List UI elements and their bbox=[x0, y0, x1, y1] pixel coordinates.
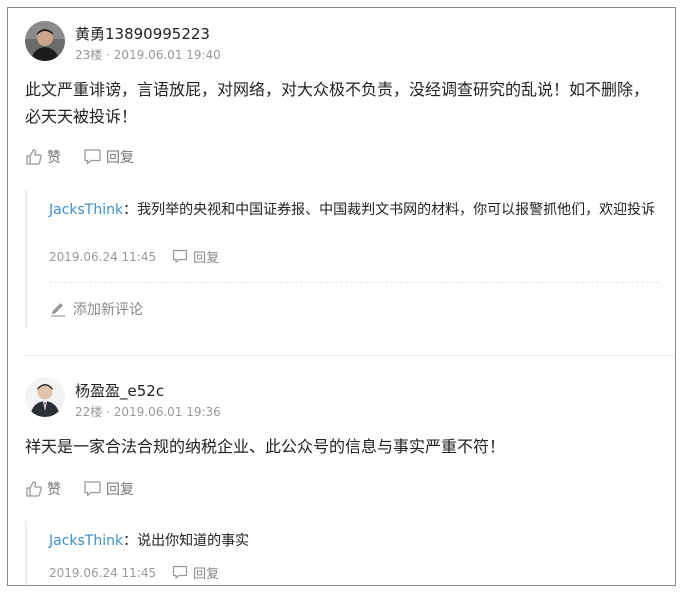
reply-timestamp: 2019.06.24 11:45 bbox=[49, 249, 157, 264]
divider bbox=[25, 355, 675, 356]
reply-content: JacksThink：我列举的央视和中国证券报、中国裁判文书网的材料，你可以报警… bbox=[49, 199, 659, 221]
reply-label: 回复 bbox=[106, 482, 134, 498]
comment-bubble-icon bbox=[173, 565, 188, 579]
like-button[interactable]: 赞 bbox=[25, 479, 61, 499]
reply-label: 回复 bbox=[193, 251, 220, 266]
replies-block: JacksThink：说出你知道的事实 2019.06.24 11:45 回复 bbox=[25, 521, 667, 585]
comment-text: 祥天是一家合法合规的纳税企业、此公众号的信息与事实严重不符！ bbox=[25, 437, 506, 456]
pencil-icon bbox=[51, 303, 65, 317]
like-label: 赞 bbox=[47, 482, 61, 498]
divider bbox=[49, 282, 659, 283]
like-label: 赞 bbox=[47, 150, 61, 166]
avatar[interactable] bbox=[25, 21, 65, 61]
comment-bubble-icon bbox=[173, 249, 188, 263]
replies-block: JacksThink：我列举的央视和中国证券报、中国裁判文书网的材料，你可以报警… bbox=[25, 190, 667, 328]
reply-text: 说出你知道的事实 bbox=[137, 533, 250, 549]
comment-actions: 赞 回复 bbox=[25, 479, 156, 499]
comment-meta: 23楼 · 2019.06.01 19:40 bbox=[75, 48, 221, 62]
reply-label: 回复 bbox=[106, 150, 134, 166]
thumbs-up-icon bbox=[26, 149, 42, 165]
comment-author[interactable]: 杨盈盈_e52c bbox=[75, 380, 164, 401]
reply-content: JacksThink：说出你知道的事实 bbox=[49, 530, 659, 552]
reply-button[interactable]: 回复 bbox=[83, 479, 134, 499]
comments-panel: 黄勇13890995223 23楼 · 2019.06.01 19:40 此文严… bbox=[7, 7, 676, 586]
add-comment-label: 添加新评论 bbox=[73, 302, 143, 318]
comment-actions: 赞 回复 bbox=[25, 147, 156, 167]
reply-text: 我列举的央视和中国证券报、中国裁判文书网的材料，你可以报警抓他们，欢迎投诉 bbox=[137, 202, 656, 218]
comment-bubble-icon bbox=[84, 481, 101, 497]
reply-colon: ： bbox=[123, 202, 138, 218]
add-comment-button[interactable]: 添加新评论 bbox=[49, 299, 143, 319]
reply-meta: 2019.06.24 11:45 回复 bbox=[49, 247, 219, 267]
thumbs-up-icon bbox=[26, 481, 42, 497]
reply-meta: 2019.06.24 11:45 回复 bbox=[49, 563, 219, 583]
reply-reply-button[interactable]: 回复 bbox=[172, 247, 219, 266]
reply-reply-button[interactable]: 回复 bbox=[172, 563, 219, 582]
reply-button[interactable]: 回复 bbox=[83, 147, 134, 167]
avatar[interactable] bbox=[25, 377, 65, 417]
reply-colon: ： bbox=[123, 533, 138, 549]
reply-timestamp: 2019.06.24 11:45 bbox=[49, 565, 157, 580]
reply-user-link[interactable]: JacksThink bbox=[49, 202, 123, 218]
reply-label: 回复 bbox=[193, 567, 220, 582]
like-button[interactable]: 赞 bbox=[25, 147, 61, 167]
comment-text: 此文严重诽谤，言语放屁，对网络，对大众极不负责，没经调查研究的乱说！如不删除，必… bbox=[25, 80, 650, 126]
comment-author[interactable]: 黄勇13890995223 bbox=[75, 23, 210, 44]
reply-user-link[interactable]: JacksThink bbox=[49, 533, 123, 549]
comment-bubble-icon bbox=[84, 149, 101, 165]
comment-meta: 22楼 · 2019.06.01 19:36 bbox=[75, 405, 221, 419]
